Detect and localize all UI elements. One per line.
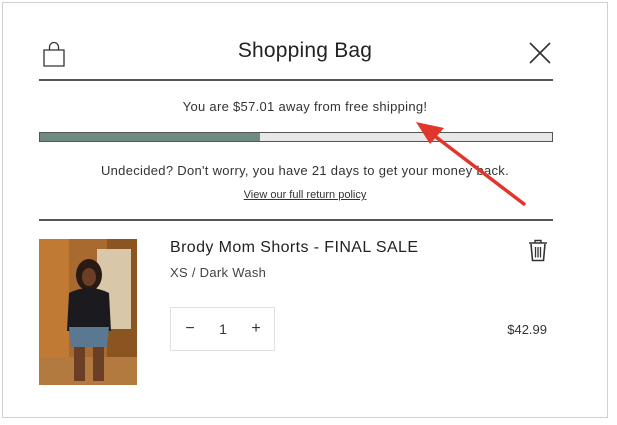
quantity-value[interactable]: 1 — [211, 308, 235, 350]
increase-quantity-button[interactable]: + — [245, 308, 267, 350]
decrease-quantity-button[interactable]: − — [179, 308, 201, 350]
free-shipping-progress-bar — [39, 132, 553, 142]
return-message: Undecided? Don't worry, you have 21 days… — [100, 163, 510, 178]
close-icon[interactable] — [528, 41, 552, 65]
quantity-stepper: − 1 + — [170, 307, 275, 351]
product-price: $42.99 — [507, 322, 547, 337]
product-image[interactable] — [39, 239, 137, 385]
header-divider — [39, 79, 553, 81]
shopping-bag-panel: Shopping Bag You are $57.01 away from fr… — [2, 2, 608, 418]
trash-icon[interactable] — [528, 239, 548, 262]
page-title: Shopping Bag — [237, 39, 373, 62]
free-shipping-message: You are $57.01 away from free shipping! — [182, 99, 428, 114]
return-policy-link[interactable]: View our full return policy — [3, 189, 607, 201]
progress-fill — [40, 133, 261, 141]
product-variant: XS / Dark Wash — [170, 265, 267, 280]
product-name[interactable]: Brody Mom Shorts - FINAL SALE — [170, 239, 418, 257]
section-divider — [39, 219, 553, 221]
